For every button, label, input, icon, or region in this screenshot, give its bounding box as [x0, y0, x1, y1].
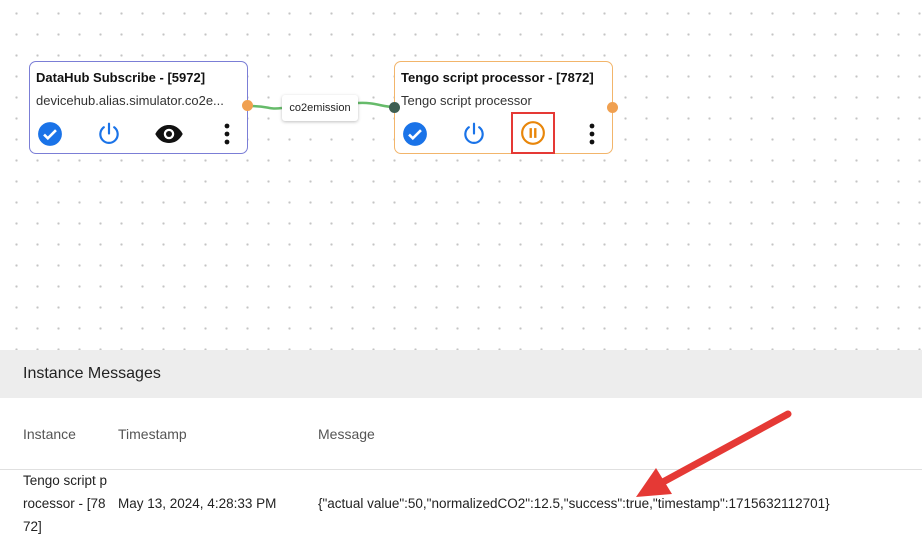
power-button[interactable]	[459, 119, 489, 149]
eye-icon	[155, 125, 183, 143]
pause-circle-icon	[521, 121, 545, 145]
column-header-message[interactable]: Message	[318, 426, 375, 442]
timestamp-cell: May 13, 2024, 4:28:33 PM	[118, 496, 277, 511]
node-output-port[interactable]	[607, 102, 618, 113]
table-divider	[0, 469, 922, 470]
node-tengo-script-processor[interactable]: Tengo script processor - [7872] Tengo sc…	[394, 61, 613, 154]
node-output-port[interactable]	[242, 100, 253, 111]
column-header-instance[interactable]: Instance	[23, 426, 76, 442]
power-icon	[464, 122, 484, 144]
check-circle-button[interactable]	[35, 119, 65, 149]
power-button[interactable]	[94, 119, 124, 149]
more-vert-icon	[224, 123, 230, 145]
check-circle-icon	[403, 122, 427, 146]
instance-line: rocessor - [78	[23, 496, 106, 511]
column-header-timestamp[interactable]: Timestamp	[118, 426, 187, 442]
more-vert-icon	[589, 123, 595, 145]
power-icon	[99, 122, 119, 144]
node-subtitle: devicehub.alias.simulator.co2e...	[36, 93, 224, 108]
node-datahub-subscribe[interactable]: DataHub Subscribe - [5972] devicehub.ali…	[29, 61, 248, 154]
instance-line: 72]	[23, 519, 42, 534]
edge-label[interactable]: co2emission	[282, 95, 358, 121]
panel-title: Instance Messages	[23, 365, 161, 382]
node-subtitle: Tengo script processor	[401, 93, 532, 108]
node-input-port[interactable]	[389, 102, 400, 113]
more-options-button[interactable]	[577, 119, 607, 149]
edge-connector[interactable]	[249, 104, 283, 110]
message-cell: {"actual value":50,"normalizedCO2":12.5,…	[318, 496, 830, 511]
pause-button[interactable]	[511, 112, 555, 154]
instance-line: Tengo script p	[23, 473, 108, 488]
check-circle-icon	[38, 122, 62, 146]
node-title: DataHub Subscribe - [5972]	[36, 70, 206, 85]
check-circle-button[interactable]	[400, 119, 430, 149]
instance-cell: Tengo script p rocessor - [78 72]	[23, 469, 118, 538]
more-options-button[interactable]	[212, 119, 242, 149]
node-title: Tengo script processor - [7872]	[401, 70, 594, 85]
instance-messages-header[interactable]: Instance Messages	[0, 350, 922, 398]
view-button[interactable]	[152, 119, 186, 149]
